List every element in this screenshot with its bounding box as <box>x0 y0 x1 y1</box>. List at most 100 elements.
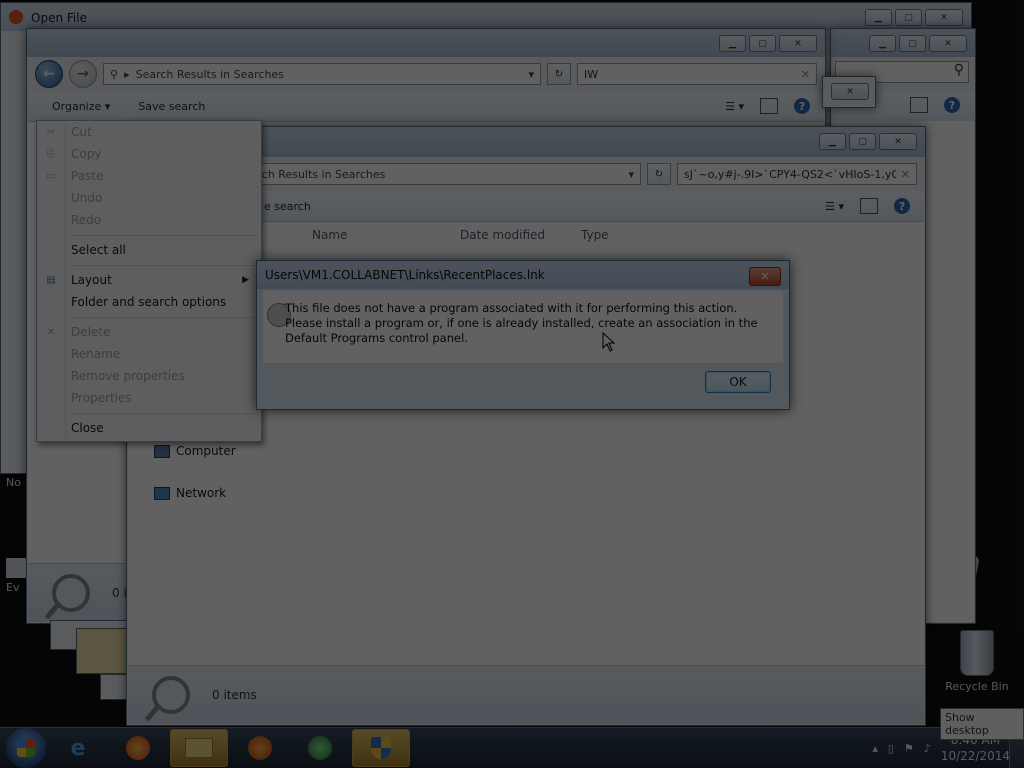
dialog-title: Users\VM1.COLLABNET\Links\RecentPlaces.l… <box>265 268 545 282</box>
delete-icon: ✕ <box>46 326 56 338</box>
search-folder-icon: ⚲ <box>110 67 119 81</box>
minimize-button[interactable]: ▁ <box>819 133 846 150</box>
taskbar-firefox[interactable] <box>110 730 166 766</box>
taskbar-explorer[interactable] <box>170 729 228 767</box>
menu-item-paste[interactable]: Paste <box>71 167 255 185</box>
forward-button[interactable]: → <box>69 60 97 88</box>
minimize-button[interactable]: ▁ <box>719 35 746 52</box>
menu-item-remove-properties[interactable]: Remove properties <box>71 367 255 385</box>
preview-pane-icon[interactable] <box>760 98 778 114</box>
address-text: earch Results in Searches <box>244 167 386 181</box>
refresh-button[interactable]: ↻ <box>647 163 671 185</box>
recycle-bin-label: Recycle Bin <box>945 680 1009 693</box>
views-icon[interactable]: ☰ ▾ <box>725 100 744 113</box>
address-bar[interactable]: earch Results in Searches ▾ <box>237 163 641 185</box>
nav-item-label: Computer <box>176 444 236 458</box>
stacked-window-edge <box>76 628 128 674</box>
menu-item-rename[interactable]: Rename <box>71 345 255 363</box>
ok-button[interactable]: OK <box>705 371 771 393</box>
menu-item-properties[interactable]: Properties <box>71 389 255 407</box>
close-button[interactable]: ✕ <box>929 35 967 52</box>
desktop-icon-partial[interactable]: Ev <box>6 558 26 594</box>
taskbar-app[interactable] <box>292 730 348 766</box>
nav-item-computer[interactable]: Computer <box>154 444 236 458</box>
maximize-button[interactable]: ▢ <box>899 35 926 52</box>
item-count: 0 items <box>212 688 257 702</box>
computer-icon <box>154 444 170 458</box>
chevron-down-icon[interactable]: ▾ <box>628 168 634 181</box>
stacked-window-edge: ✕ <box>822 76 876 108</box>
error-dialog[interactable]: Users\VM1.COLLABNET\Links\RecentPlaces.l… <box>256 260 790 410</box>
organize-menu[interactable]: ✂ Cut ⎘ Copy ▭ Paste Undo Redo Select al… <box>36 120 262 442</box>
search-input[interactable]: sJ`~o,y#j-.9I>`CPY4-QS2<`vHIoS-1,yOmU ✕ <box>677 163 917 185</box>
menu-item-select-all[interactable]: Select all <box>71 241 255 259</box>
dialog-message: This file does not have a program associ… <box>285 301 758 345</box>
menu-item-cut[interactable]: Cut <box>71 123 255 141</box>
save-search-button[interactable]: e search <box>264 200 311 213</box>
menu-item-undo[interactable]: Undo <box>71 189 255 207</box>
clear-search-icon[interactable]: ✕ <box>801 68 810 81</box>
address-text: Search Results in Searches <box>135 67 284 81</box>
menu-item-delete[interactable]: Delete <box>71 323 255 341</box>
refresh-button[interactable]: ↻ <box>547 63 571 85</box>
search-input[interactable]: IW ✕ <box>577 63 817 85</box>
column-date-modified[interactable]: Date modified <box>460 228 545 242</box>
volume-icon[interactable]: ♪ <box>924 742 931 755</box>
app-icon <box>9 10 23 24</box>
back-button[interactable]: ← <box>35 60 63 88</box>
nav-item-network[interactable]: Network <box>154 486 226 500</box>
menu-item-copy[interactable]: Copy <box>71 145 255 163</box>
show-hidden-icons-icon[interactable]: ▴ <box>872 742 878 755</box>
minimize-button[interactable]: ▁ <box>869 35 896 52</box>
shield-icon <box>371 737 391 759</box>
recycle-bin[interactable]: Recycle Bin <box>938 630 1016 693</box>
close-button[interactable]: ✕ <box>925 9 963 26</box>
minimize-button[interactable]: ▁ <box>865 9 892 26</box>
clear-search-icon[interactable]: ✕ <box>901 168 910 181</box>
nav-item-label: Network <box>176 486 227 500</box>
help-icon[interactable]: ? <box>944 97 960 113</box>
help-icon[interactable]: ? <box>794 98 810 114</box>
media-player-icon <box>248 736 272 760</box>
save-search-button[interactable]: Save search <box>138 100 205 113</box>
menu-item-close[interactable]: Close <box>71 419 255 437</box>
network-status-icon[interactable]: ▯ <box>888 742 894 755</box>
menu-item-redo[interactable]: Redo <box>71 211 255 229</box>
views-icon[interactable]: ☰ ▾ <box>825 200 844 213</box>
action-center-flag-icon[interactable]: ⚑ <box>904 742 914 755</box>
maximize-button[interactable]: ▢ <box>849 133 876 150</box>
organize-button[interactable]: Organize ▾ <box>52 100 110 113</box>
menu-item-folder-options[interactable]: Folder and search options <box>71 293 255 311</box>
internet-explorer-icon: e <box>70 735 86 761</box>
maximize-button[interactable]: ▢ <box>895 9 922 26</box>
column-type[interactable]: Type <box>581 228 609 242</box>
layout-icon: ▤ <box>46 274 56 286</box>
chevron-down-icon[interactable]: ▾ <box>528 68 534 81</box>
help-icon[interactable]: ? <box>894 198 910 214</box>
menu-item-layout[interactable]: Layout ▶ <box>71 271 255 289</box>
copy-icon: ⎘ <box>47 148 55 160</box>
close-icon: ✕ <box>760 270 770 283</box>
search-value: sJ`~o,y#j-.9I>`CPY4-QS2<`vHIoS-1,yOmU <box>684 167 896 181</box>
dialog-close-button[interactable]: ✕ <box>749 267 781 286</box>
taskbar-security[interactable] <box>352 729 410 767</box>
search-magnifier-icon <box>52 574 90 612</box>
forward-arrow-icon: → <box>77 66 89 82</box>
refresh-icon: ↻ <box>554 68 564 80</box>
close-button[interactable]: ✕ <box>831 83 869 100</box>
recycle-bin-icon <box>960 630 994 676</box>
preview-pane-icon[interactable] <box>860 198 878 214</box>
close-button[interactable]: ✕ <box>879 133 917 150</box>
stacked-window-edge <box>100 674 128 700</box>
taskbar-ie[interactable]: e <box>50 730 106 766</box>
address-bar[interactable]: ⚲ ▸ Search Results in Searches ▾ <box>103 63 541 85</box>
maximize-button[interactable]: ▢ <box>749 35 776 52</box>
start-button[interactable] <box>6 728 46 768</box>
window-title: Open File <box>31 11 87 25</box>
taskbar-media-player[interactable] <box>232 730 288 766</box>
refresh-icon: ↻ <box>654 168 664 180</box>
preview-pane-icon[interactable] <box>910 97 928 113</box>
paste-icon: ▭ <box>46 170 56 182</box>
column-name[interactable]: Name <box>312 228 347 242</box>
close-button[interactable]: ✕ <box>779 35 817 52</box>
